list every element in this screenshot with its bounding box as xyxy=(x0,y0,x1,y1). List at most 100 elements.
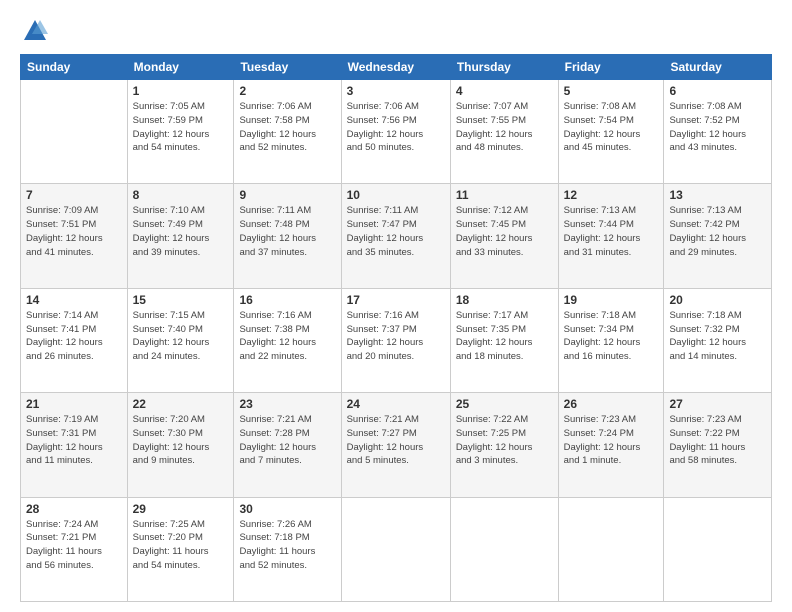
day-cell: 29 Sunrise: 7:25 AM Sunset: 7:20 PM Dayli… xyxy=(127,497,234,601)
day-number: 20 xyxy=(669,293,766,307)
day-info: Sunrise: 7:13 AM Sunset: 7:44 PM Dayligh… xyxy=(564,204,659,259)
day-number: 4 xyxy=(456,84,553,98)
day-cell: 21Sunrise: 7:19 AM Sunset: 7:31 PM Dayli… xyxy=(21,393,128,497)
day-number: 18 xyxy=(456,293,553,307)
day-cell: 11 Sunrise: 7:12 AM Sunset: 7:45 PM Dayli… xyxy=(450,184,558,288)
day-number: 30 xyxy=(239,502,335,516)
day-cell: 8Sunrise: 7:10 AM Sunset: 7:49 PM Daylig… xyxy=(127,184,234,288)
day-info: Sunrise: 7:23 AM Sunset: 7:22 PM Dayligh… xyxy=(669,413,766,468)
header-cell-friday: Friday xyxy=(558,55,664,80)
day-cell: 15 Sunrise: 7:15 AM Sunset: 7:40 PM Dayli… xyxy=(127,288,234,392)
day-cell: 14 Sunrise: 7:14 AM Sunset: 7:41 PM Dayli… xyxy=(21,288,128,392)
day-info: Sunrise: 7:21 AM Sunset: 7:27 PM Dayligh… xyxy=(347,413,445,468)
day-info: Sunrise: 7:25 AM Sunset: 7:20 PM Dayligh… xyxy=(133,518,229,573)
day-number: 26 xyxy=(564,397,659,411)
day-info: Sunrise: 7:19 AM Sunset: 7:31 PM Dayligh… xyxy=(26,413,122,468)
day-number: 6 xyxy=(669,84,766,98)
day-number: 10 xyxy=(347,188,445,202)
day-number: 11 xyxy=(456,188,553,202)
day-number: 29 xyxy=(133,502,229,516)
day-info: Sunrise: 7:05 AM Sunset: 7:59 PM Dayligh… xyxy=(133,100,229,155)
day-cell: 18 Sunrise: 7:17 AM Sunset: 7:35 PM Dayli… xyxy=(450,288,558,392)
day-number: 13 xyxy=(669,188,766,202)
day-cell: 16 Sunrise: 7:16 AM Sunset: 7:38 PM Dayli… xyxy=(234,288,341,392)
day-info: Sunrise: 7:06 AM Sunset: 7:56 PM Dayligh… xyxy=(347,100,445,155)
day-cell xyxy=(450,497,558,601)
week-row-4: 28Sunrise: 7:24 AM Sunset: 7:21 PM Dayli… xyxy=(21,497,772,601)
day-cell: 5 Sunrise: 7:08 AM Sunset: 7:54 PM Daylig… xyxy=(558,80,664,184)
day-number: 12 xyxy=(564,188,659,202)
day-info: Sunrise: 7:12 AM Sunset: 7:45 PM Dayligh… xyxy=(456,204,553,259)
day-cell: 9Sunrise: 7:11 AM Sunset: 7:48 PM Daylig… xyxy=(234,184,341,288)
day-info: Sunrise: 7:14 AM Sunset: 7:41 PM Dayligh… xyxy=(26,309,122,364)
day-cell xyxy=(341,497,450,601)
day-info: Sunrise: 7:23 AM Sunset: 7:24 PM Dayligh… xyxy=(564,413,659,468)
day-number: 3 xyxy=(347,84,445,98)
header-row: SundayMondayTuesdayWednesdayThursdayFrid… xyxy=(21,55,772,80)
day-number: 8 xyxy=(133,188,229,202)
day-number: 28 xyxy=(26,502,122,516)
day-info: Sunrise: 7:07 AM Sunset: 7:55 PM Dayligh… xyxy=(456,100,553,155)
day-number: 24 xyxy=(347,397,445,411)
day-info: Sunrise: 7:13 AM Sunset: 7:42 PM Dayligh… xyxy=(669,204,766,259)
day-info: Sunrise: 7:16 AM Sunset: 7:38 PM Dayligh… xyxy=(239,309,335,364)
day-cell: 10 Sunrise: 7:11 AM Sunset: 7:47 PM Dayli… xyxy=(341,184,450,288)
header-cell-tuesday: Tuesday xyxy=(234,55,341,80)
day-info: Sunrise: 7:15 AM Sunset: 7:40 PM Dayligh… xyxy=(133,309,229,364)
header-cell-saturday: Saturday xyxy=(664,55,772,80)
day-cell: 30 Sunrise: 7:26 AM Sunset: 7:18 PM Dayli… xyxy=(234,497,341,601)
day-info: Sunrise: 7:22 AM Sunset: 7:25 PM Dayligh… xyxy=(456,413,553,468)
day-info: Sunrise: 7:06 AM Sunset: 7:58 PM Dayligh… xyxy=(239,100,335,155)
day-cell: 4 Sunrise: 7:07 AM Sunset: 7:55 PM Daylig… xyxy=(450,80,558,184)
day-number: 14 xyxy=(26,293,122,307)
day-number: 5 xyxy=(564,84,659,98)
day-info: Sunrise: 7:26 AM Sunset: 7:18 PM Dayligh… xyxy=(239,518,335,573)
day-number: 25 xyxy=(456,397,553,411)
day-info: Sunrise: 7:08 AM Sunset: 7:54 PM Dayligh… xyxy=(564,100,659,155)
day-number: 16 xyxy=(239,293,335,307)
day-cell xyxy=(558,497,664,601)
calendar-header: SundayMondayTuesdayWednesdayThursdayFrid… xyxy=(21,55,772,80)
day-cell: 27 Sunrise: 7:23 AM Sunset: 7:22 PM Dayli… xyxy=(664,393,772,497)
header xyxy=(20,16,772,46)
header-cell-monday: Monday xyxy=(127,55,234,80)
day-cell: 26 Sunrise: 7:23 AM Sunset: 7:24 PM Dayli… xyxy=(558,393,664,497)
day-cell: 12 Sunrise: 7:13 AM Sunset: 7:44 PM Dayli… xyxy=(558,184,664,288)
day-cell: 19 Sunrise: 7:18 AM Sunset: 7:34 PM Dayli… xyxy=(558,288,664,392)
day-info: Sunrise: 7:21 AM Sunset: 7:28 PM Dayligh… xyxy=(239,413,335,468)
day-cell: 20 Sunrise: 7:18 AM Sunset: 7:32 PM Dayli… xyxy=(664,288,772,392)
day-cell: 1 Sunrise: 7:05 AM Sunset: 7:59 PM Daylig… xyxy=(127,80,234,184)
day-cell: 7 Sunrise: 7:09 AM Sunset: 7:51 PM Daylig… xyxy=(21,184,128,288)
day-info: Sunrise: 7:18 AM Sunset: 7:32 PM Dayligh… xyxy=(669,309,766,364)
day-cell: 3 Sunrise: 7:06 AM Sunset: 7:56 PM Daylig… xyxy=(341,80,450,184)
day-number: 1 xyxy=(133,84,229,98)
day-number: 17 xyxy=(347,293,445,307)
day-cell: 23 Sunrise: 7:21 AM Sunset: 7:28 PM Dayli… xyxy=(234,393,341,497)
day-number: 15 xyxy=(133,293,229,307)
day-info: Sunrise: 7:11 AM Sunset: 7:47 PM Dayligh… xyxy=(347,204,445,259)
page: SundayMondayTuesdayWednesdayThursdayFrid… xyxy=(0,0,792,612)
day-number: 2 xyxy=(239,84,335,98)
day-number: 23 xyxy=(239,397,335,411)
day-cell: 13 Sunrise: 7:13 AM Sunset: 7:42 PM Dayli… xyxy=(664,184,772,288)
day-info: Sunrise: 7:09 AM Sunset: 7:51 PM Dayligh… xyxy=(26,204,122,259)
header-cell-sunday: Sunday xyxy=(21,55,128,80)
header-cell-wednesday: Wednesday xyxy=(341,55,450,80)
week-row-3: 21Sunrise: 7:19 AM Sunset: 7:31 PM Dayli… xyxy=(21,393,772,497)
day-number: 19 xyxy=(564,293,659,307)
week-row-1: 7 Sunrise: 7:09 AM Sunset: 7:51 PM Daylig… xyxy=(21,184,772,288)
calendar-table: SundayMondayTuesdayWednesdayThursdayFrid… xyxy=(20,54,772,602)
logo-icon xyxy=(20,16,50,46)
week-row-2: 14 Sunrise: 7:14 AM Sunset: 7:41 PM Dayli… xyxy=(21,288,772,392)
day-info: Sunrise: 7:18 AM Sunset: 7:34 PM Dayligh… xyxy=(564,309,659,364)
calendar-body: 1 Sunrise: 7:05 AM Sunset: 7:59 PM Daylig… xyxy=(21,80,772,602)
day-cell: 6Sunrise: 7:08 AM Sunset: 7:52 PM Daylig… xyxy=(664,80,772,184)
day-info: Sunrise: 7:16 AM Sunset: 7:37 PM Dayligh… xyxy=(347,309,445,364)
day-number: 27 xyxy=(669,397,766,411)
day-info: Sunrise: 7:17 AM Sunset: 7:35 PM Dayligh… xyxy=(456,309,553,364)
day-cell: 2 Sunrise: 7:06 AM Sunset: 7:58 PM Daylig… xyxy=(234,80,341,184)
day-number: 9 xyxy=(239,188,335,202)
day-cell: 17 Sunrise: 7:16 AM Sunset: 7:37 PM Dayli… xyxy=(341,288,450,392)
day-number: 7 xyxy=(26,188,122,202)
header-cell-thursday: Thursday xyxy=(450,55,558,80)
